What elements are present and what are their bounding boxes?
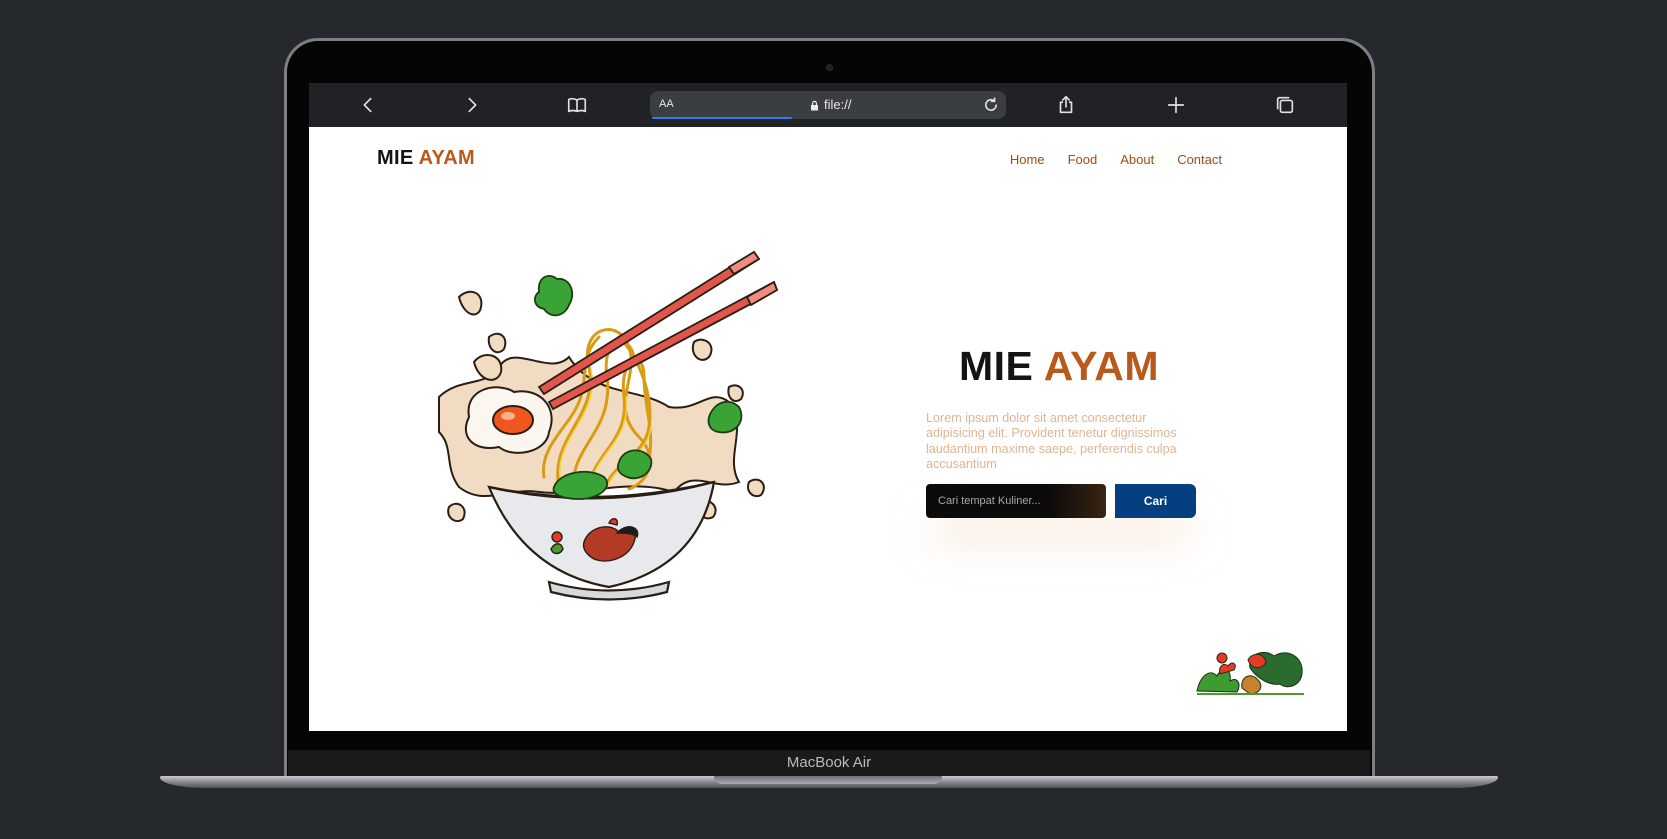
rooster-decoration <box>1196 652 1304 695</box>
new-tab-icon[interactable] <box>1163 92 1189 118</box>
macbook-model-label: MacBook Air <box>786 754 872 771</box>
lock-icon <box>810 99 819 111</box>
share-icon[interactable] <box>1053 92 1079 118</box>
logo-text-dark: MIE <box>377 147 414 169</box>
address-bar[interactable]: AA file:// <box>650 91 1006 119</box>
logo-text-accent: AYAM <box>418 147 476 169</box>
hero-title: MIE AYAM <box>959 343 1159 390</box>
search-button[interactable]: Cari <box>1115 484 1196 518</box>
nav-about[interactable]: About <box>1120 152 1154 167</box>
bookmarks-icon[interactable] <box>564 92 590 118</box>
url-text: file:// <box>824 97 852 112</box>
tabs-icon[interactable] <box>1272 92 1298 118</box>
search-input[interactable] <box>926 484 1106 518</box>
nav-contact[interactable]: Contact <box>1177 152 1222 167</box>
chicken-noodle-bowl-illustration <box>438 250 779 601</box>
hero-description: Lorem ipsum dolor sit amet consectetur a… <box>926 411 1177 471</box>
text-size-button[interactable]: AA <box>659 98 674 110</box>
address-url: file:// <box>810 97 851 112</box>
laptop-screen: AA file:// MIE AYAM Home Food About Cont… <box>309 83 1347 731</box>
forward-icon[interactable] <box>459 92 485 118</box>
nav-home[interactable]: Home <box>1010 152 1045 167</box>
web-page: MIE AYAM Home Food About Contact MIE AYA… <box>309 127 1347 731</box>
nav-food[interactable]: Food <box>1068 152 1098 167</box>
main-nav: Home Food About Contact <box>1010 152 1222 167</box>
hero-title-dark: MIE <box>959 343 1034 389</box>
back-icon[interactable] <box>355 92 381 118</box>
page-load-progress-bar <box>652 117 792 119</box>
browser-toolbar: AA file:// <box>309 83 1347 127</box>
search-form: Cari <box>926 484 1196 518</box>
reload-icon[interactable] <box>982 96 1000 114</box>
hero-title-accent: AYAM <box>1043 343 1159 389</box>
laptop-hinge-notch <box>714 776 942 784</box>
camera <box>826 64 833 71</box>
site-logo[interactable]: MIE AYAM <box>377 147 475 170</box>
